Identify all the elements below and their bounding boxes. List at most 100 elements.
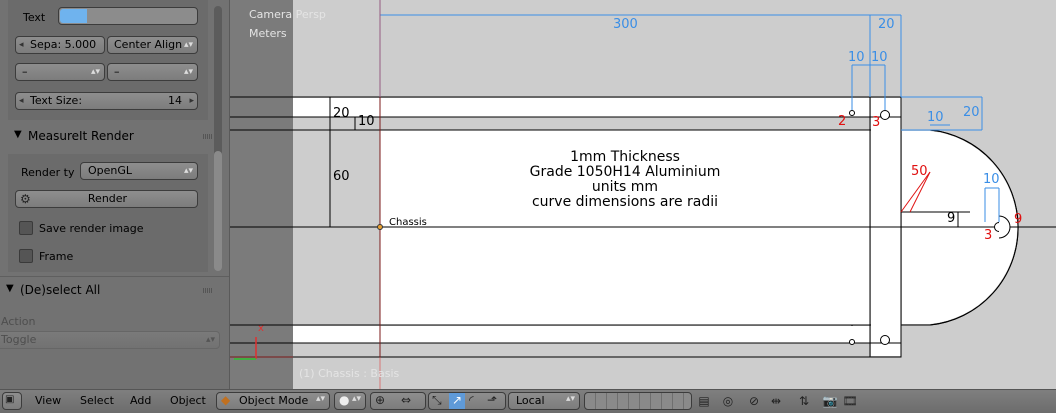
small-hole-top bbox=[849, 110, 855, 116]
render-button[interactable]: ⚙ Render bbox=[15, 190, 198, 208]
lock-layers-icon[interactable]: ▤ bbox=[696, 393, 712, 409]
drag-grip-icon[interactable] bbox=[203, 134, 213, 139]
text-color-field[interactable] bbox=[58, 7, 198, 25]
dim-9-red: 9 bbox=[1014, 212, 1023, 227]
dim-60-black: 60 bbox=[333, 169, 350, 184]
dim-10-tab: 10 bbox=[983, 172, 1000, 187]
note-thickness: 1mm Thickness bbox=[570, 149, 680, 165]
dropdown-arrows-icon: ▴▾ bbox=[183, 166, 193, 176]
scrollbar-thumb[interactable] bbox=[214, 151, 222, 271]
left-dim-dropdown[interactable]: – ▴▾ bbox=[15, 63, 105, 81]
mode-value: Object Mode bbox=[239, 394, 309, 407]
dim-10-black: 10 bbox=[358, 114, 375, 129]
increment-icon: ▸ bbox=[189, 96, 194, 106]
dropdown-arrows-icon: ▴▾ bbox=[351, 394, 361, 404]
orientation-dropdown[interactable]: Local ▴▾ bbox=[508, 392, 580, 410]
render-button-label: Render bbox=[87, 192, 128, 205]
axis-gizmo bbox=[234, 337, 257, 360]
action-value: Toggle bbox=[1, 333, 37, 346]
pivot-dropdown[interactable]: ⊕ ⇔ bbox=[370, 392, 426, 410]
separation-field[interactable]: ◂ Sepa: 5.000 bbox=[15, 36, 105, 54]
right-dim-dropdown[interactable]: – ▴▾ bbox=[107, 63, 198, 81]
menu-select[interactable]: Select bbox=[80, 394, 114, 407]
section-title: MeasureIt Render bbox=[28, 129, 134, 143]
decrement-icon: ◂ bbox=[19, 96, 24, 106]
dropdown-arrows-icon: ▴▾ bbox=[90, 67, 100, 77]
align-dropdown[interactable]: Center Align ▴▾ bbox=[107, 36, 198, 54]
tool-shelf-panel: Text ◂ Sepa: 5.000 Center Align ▴▾ – ▴▾ … bbox=[0, 0, 230, 389]
editor-type-button[interactable]: ▣ bbox=[2, 392, 22, 410]
viewport-header: ▣ View Select Add Object ◆ Object Mode ▴… bbox=[0, 389, 1056, 413]
shading-dropdown[interactable]: ● ▴▾ bbox=[334, 392, 366, 410]
dropdown-arrows-icon: ▴▾ bbox=[183, 67, 193, 77]
object-name-label: Chassis bbox=[389, 217, 427, 228]
text-size-field[interactable]: ◂ Text Size: 14 ▸ bbox=[15, 92, 198, 110]
drawing-notes: 1mm Thickness Grade 1050H14 Aluminium un… bbox=[480, 150, 770, 210]
divider bbox=[0, 276, 229, 277]
mode-dropdown[interactable]: ◆ Object Mode ▴▾ bbox=[216, 392, 330, 410]
dim-300: 300 bbox=[613, 17, 638, 32]
small-hole-bottom bbox=[849, 339, 855, 345]
rotate-icon: ◜ bbox=[469, 393, 474, 407]
render-type-label: Render ty bbox=[21, 166, 75, 179]
save-render-label: Save render image bbox=[39, 222, 144, 235]
measureit-render-header[interactable]: ▼ MeasureIt Render bbox=[0, 125, 229, 149]
drag-grip-icon[interactable] bbox=[203, 288, 213, 293]
layer-buttons[interactable] bbox=[584, 392, 692, 410]
orientation-value: Local bbox=[516, 394, 545, 407]
dropdown-arrows-icon: ▴▾ bbox=[565, 394, 575, 404]
manipulator-icon: ⇔ bbox=[401, 393, 412, 407]
object-origin-icon bbox=[377, 224, 383, 230]
transform-manipulators[interactable]: ⤡ ↗ ◜ ⬏ bbox=[428, 392, 506, 410]
scale-icon: ⬏ bbox=[487, 393, 498, 407]
deselect-all-header[interactable]: ▼ (De)select All bbox=[0, 279, 229, 303]
dim-9-black: 9 bbox=[947, 211, 956, 226]
dropdown-arrows-icon: ▴▾ bbox=[315, 394, 325, 404]
left-dim-value: – bbox=[22, 65, 28, 78]
dim-10-right: 10 bbox=[871, 50, 888, 65]
frame-label: Frame bbox=[39, 250, 74, 263]
save-render-checkbox[interactable] bbox=[19, 221, 33, 235]
text-color-swatch bbox=[60, 9, 87, 23]
dim-2-red: 2 bbox=[838, 114, 847, 129]
hole-bottom bbox=[880, 335, 890, 345]
units-label: Meters bbox=[249, 27, 287, 40]
axis-x-label: x bbox=[258, 323, 264, 334]
menu-view[interactable]: View bbox=[35, 394, 61, 407]
note-grade: Grade 1050H14 Aluminium bbox=[529, 164, 721, 180]
dim-50-red: 50 bbox=[911, 164, 928, 179]
dim-20-side: 20 bbox=[963, 105, 980, 120]
dim-3-red: 3 bbox=[872, 115, 881, 130]
dim-3-tab-red: 3 bbox=[984, 228, 993, 243]
menu-add[interactable]: Add bbox=[130, 394, 151, 407]
hole-top bbox=[880, 110, 890, 120]
snap-target-icon[interactable]: ⇅ bbox=[796, 393, 812, 409]
menu-object[interactable]: Object bbox=[170, 394, 206, 407]
render-animation-icon[interactable]: 🎞 bbox=[842, 393, 858, 409]
align-value: Center Align bbox=[114, 38, 183, 51]
note-radii: curve dimensions are radii bbox=[531, 194, 719, 210]
text-label: Text bbox=[23, 11, 46, 24]
render-type-dropdown[interactable]: OpenGL ▴▾ bbox=[80, 162, 198, 180]
frame-checkbox[interactable] bbox=[19, 249, 33, 263]
right-dim-value: – bbox=[114, 65, 120, 78]
translate-icon: ↗ bbox=[449, 393, 465, 409]
object-status-label: (1) Chassis : Basis bbox=[299, 367, 400, 380]
object-mode-icon: ◆ bbox=[221, 393, 231, 407]
view-name-label: Camera Persp bbox=[249, 8, 326, 21]
snap-icon[interactable]: ⊘ bbox=[746, 393, 762, 409]
proportional-edit-icon[interactable]: ◎ bbox=[720, 393, 736, 409]
editor-type-icon: ▣ bbox=[5, 394, 15, 405]
collapse-triangle-icon: ▼ bbox=[14, 129, 22, 140]
snap-element-icon[interactable]: ⇹ bbox=[768, 393, 784, 409]
action-dropdown[interactable]: Toggle ▴▾ bbox=[0, 331, 220, 349]
note-units: units mm bbox=[591, 179, 659, 195]
action-label: Action bbox=[1, 315, 36, 328]
render-type-value: OpenGL bbox=[88, 164, 133, 177]
tool-shelf-scrollbar[interactable] bbox=[214, 6, 222, 271]
render-still-icon[interactable]: 📷 bbox=[822, 393, 838, 409]
pivot-icon: ⊕ bbox=[375, 393, 386, 407]
3d-viewport[interactable]: Camera Persp Meters (1) Chassis : Basis … bbox=[230, 0, 1056, 389]
manipulator-toggle-icon: ⤡ bbox=[432, 393, 442, 407]
dim-20-black: 20 bbox=[333, 106, 350, 121]
